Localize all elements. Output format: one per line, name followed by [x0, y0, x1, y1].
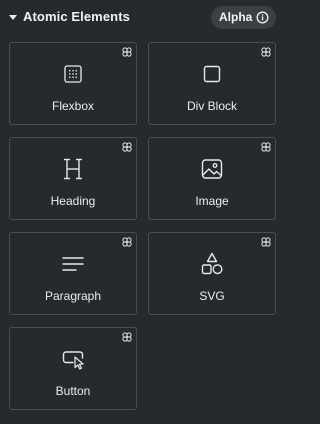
element-tile-label: SVG: [199, 289, 225, 303]
pro-lock-icon: [261, 47, 271, 57]
element-tile-div-block[interactable]: Div Block: [148, 42, 276, 125]
element-tile-button[interactable]: Button: [9, 327, 137, 410]
svg-icon: [201, 252, 223, 275]
section-title[interactable]: Atomic Elements: [23, 9, 130, 24]
element-tile-flexbox[interactable]: Flexbox: [9, 42, 137, 125]
pro-lock-icon: [122, 237, 132, 247]
element-tile-label: Image: [195, 194, 229, 208]
section-header[interactable]: Atomic Elements Alpha: [0, 0, 281, 34]
pro-lock-icon: [261, 237, 271, 247]
element-tile-paragraph[interactable]: Paragraph: [9, 232, 137, 315]
element-tile-heading[interactable]: Heading: [9, 137, 137, 220]
element-tile-image[interactable]: Image: [148, 137, 276, 220]
heading-icon: [64, 158, 82, 180]
image-icon: [201, 159, 223, 179]
element-tile-label: Div Block: [186, 99, 237, 113]
pro-lock-icon: [122, 142, 132, 152]
alpha-badge[interactable]: Alpha: [211, 6, 276, 29]
pro-lock-icon: [122, 47, 132, 57]
element-tile-label: Paragraph: [44, 289, 102, 303]
div-block-icon: [203, 65, 221, 83]
pro-lock-icon: [261, 142, 271, 152]
element-tile-label: Heading: [50, 194, 96, 208]
info-icon[interactable]: [256, 11, 269, 24]
pro-lock-icon: [122, 332, 132, 342]
paragraph-icon: [62, 257, 84, 271]
atomic-elements-panel: Atomic Elements Alpha Flexbox Div Block …: [0, 0, 281, 424]
flexbox-icon: [64, 65, 82, 83]
element-tile-svg[interactable]: SVG: [148, 232, 276, 315]
caret-down-icon[interactable]: [9, 15, 17, 20]
button-icon: [62, 351, 84, 370]
element-tile-label: Button: [55, 384, 91, 398]
alpha-badge-label: Alpha: [219, 10, 253, 24]
element-tile-label: Flexbox: [51, 99, 95, 113]
